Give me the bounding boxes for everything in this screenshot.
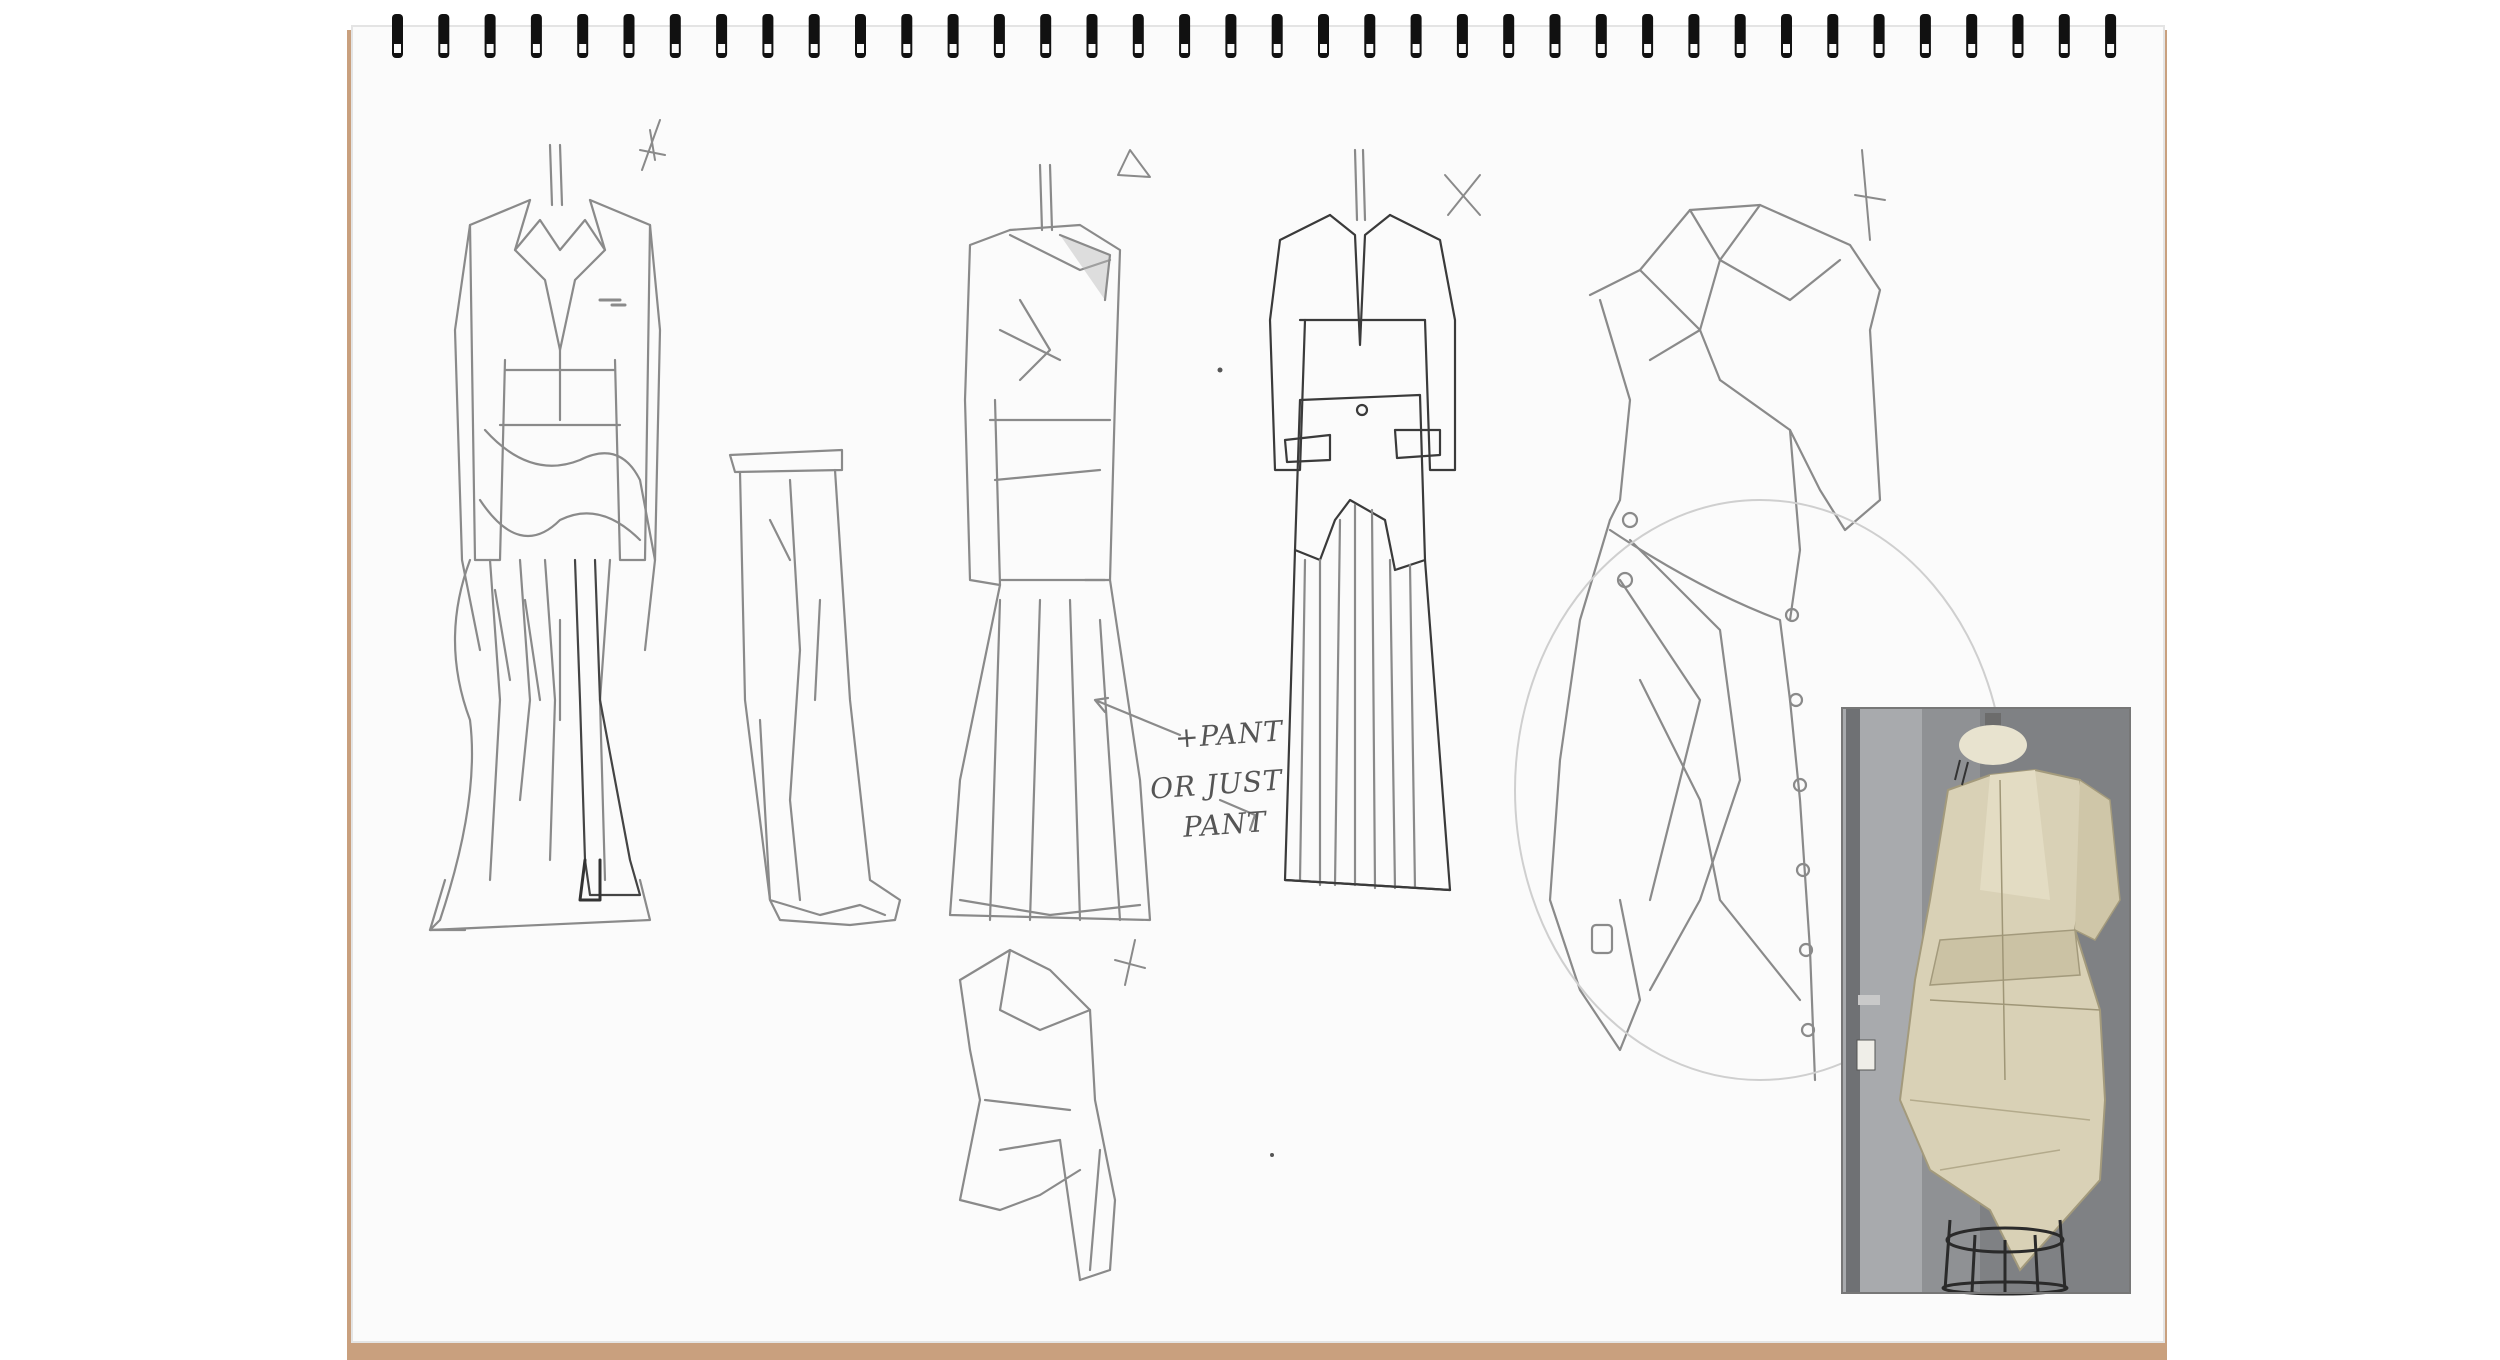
spiral-hole [764, 44, 772, 53]
spiral-hole [1829, 44, 1837, 53]
spiral-hole [2107, 44, 2115, 53]
photo-muslin-toile-on-dress-form [1841, 707, 2131, 1296]
spiral-hole [1505, 44, 1513, 53]
sketchbook-page [347, 14, 2167, 1360]
spiral-hole [1273, 44, 1281, 53]
spiral-hole [1181, 44, 1189, 53]
spiral-hole [440, 44, 448, 53]
spiral-hole [1458, 44, 1466, 53]
spiral-hole [1875, 44, 1883, 53]
spiral-hole [1736, 44, 1744, 53]
spiral-hole [810, 44, 818, 53]
stray-dot [1270, 1153, 1274, 1157]
spiral-hole [1320, 44, 1327, 53]
spiral-hole [1134, 44, 1142, 53]
spiral-hole [903, 44, 911, 53]
spiral-hole [1412, 44, 1420, 53]
spiral-hole [532, 44, 540, 53]
spiral-hole [1227, 44, 1235, 53]
spiral-hole [2014, 44, 2022, 53]
spiral-hole [995, 44, 1003, 53]
spiral-hole [671, 44, 679, 53]
spiral-hole [2060, 44, 2068, 53]
spiral-hole [1921, 44, 1929, 53]
stray-dot [1217, 367, 1223, 373]
spiral-hole [1551, 44, 1559, 53]
spiral-hole [718, 44, 726, 53]
spiral-hole [1644, 44, 1652, 53]
spiral-hole [1783, 44, 1790, 53]
spiral-hole [486, 44, 494, 53]
spiral-hole [625, 44, 633, 53]
spiral-hole [1366, 44, 1374, 53]
spiral-hole [1597, 44, 1605, 53]
spiral-hole [579, 44, 587, 53]
spiral-hole [1690, 44, 1698, 53]
spiral-hole [1042, 44, 1050, 53]
spiral-hole [394, 44, 401, 53]
spiral-hole [1088, 44, 1096, 53]
spiral-hole [949, 44, 957, 53]
spiral-hole [1968, 44, 1976, 53]
spiral-hole [857, 44, 864, 53]
moodboard-stage: +PANT OR JUST PANT [0, 0, 2500, 1360]
